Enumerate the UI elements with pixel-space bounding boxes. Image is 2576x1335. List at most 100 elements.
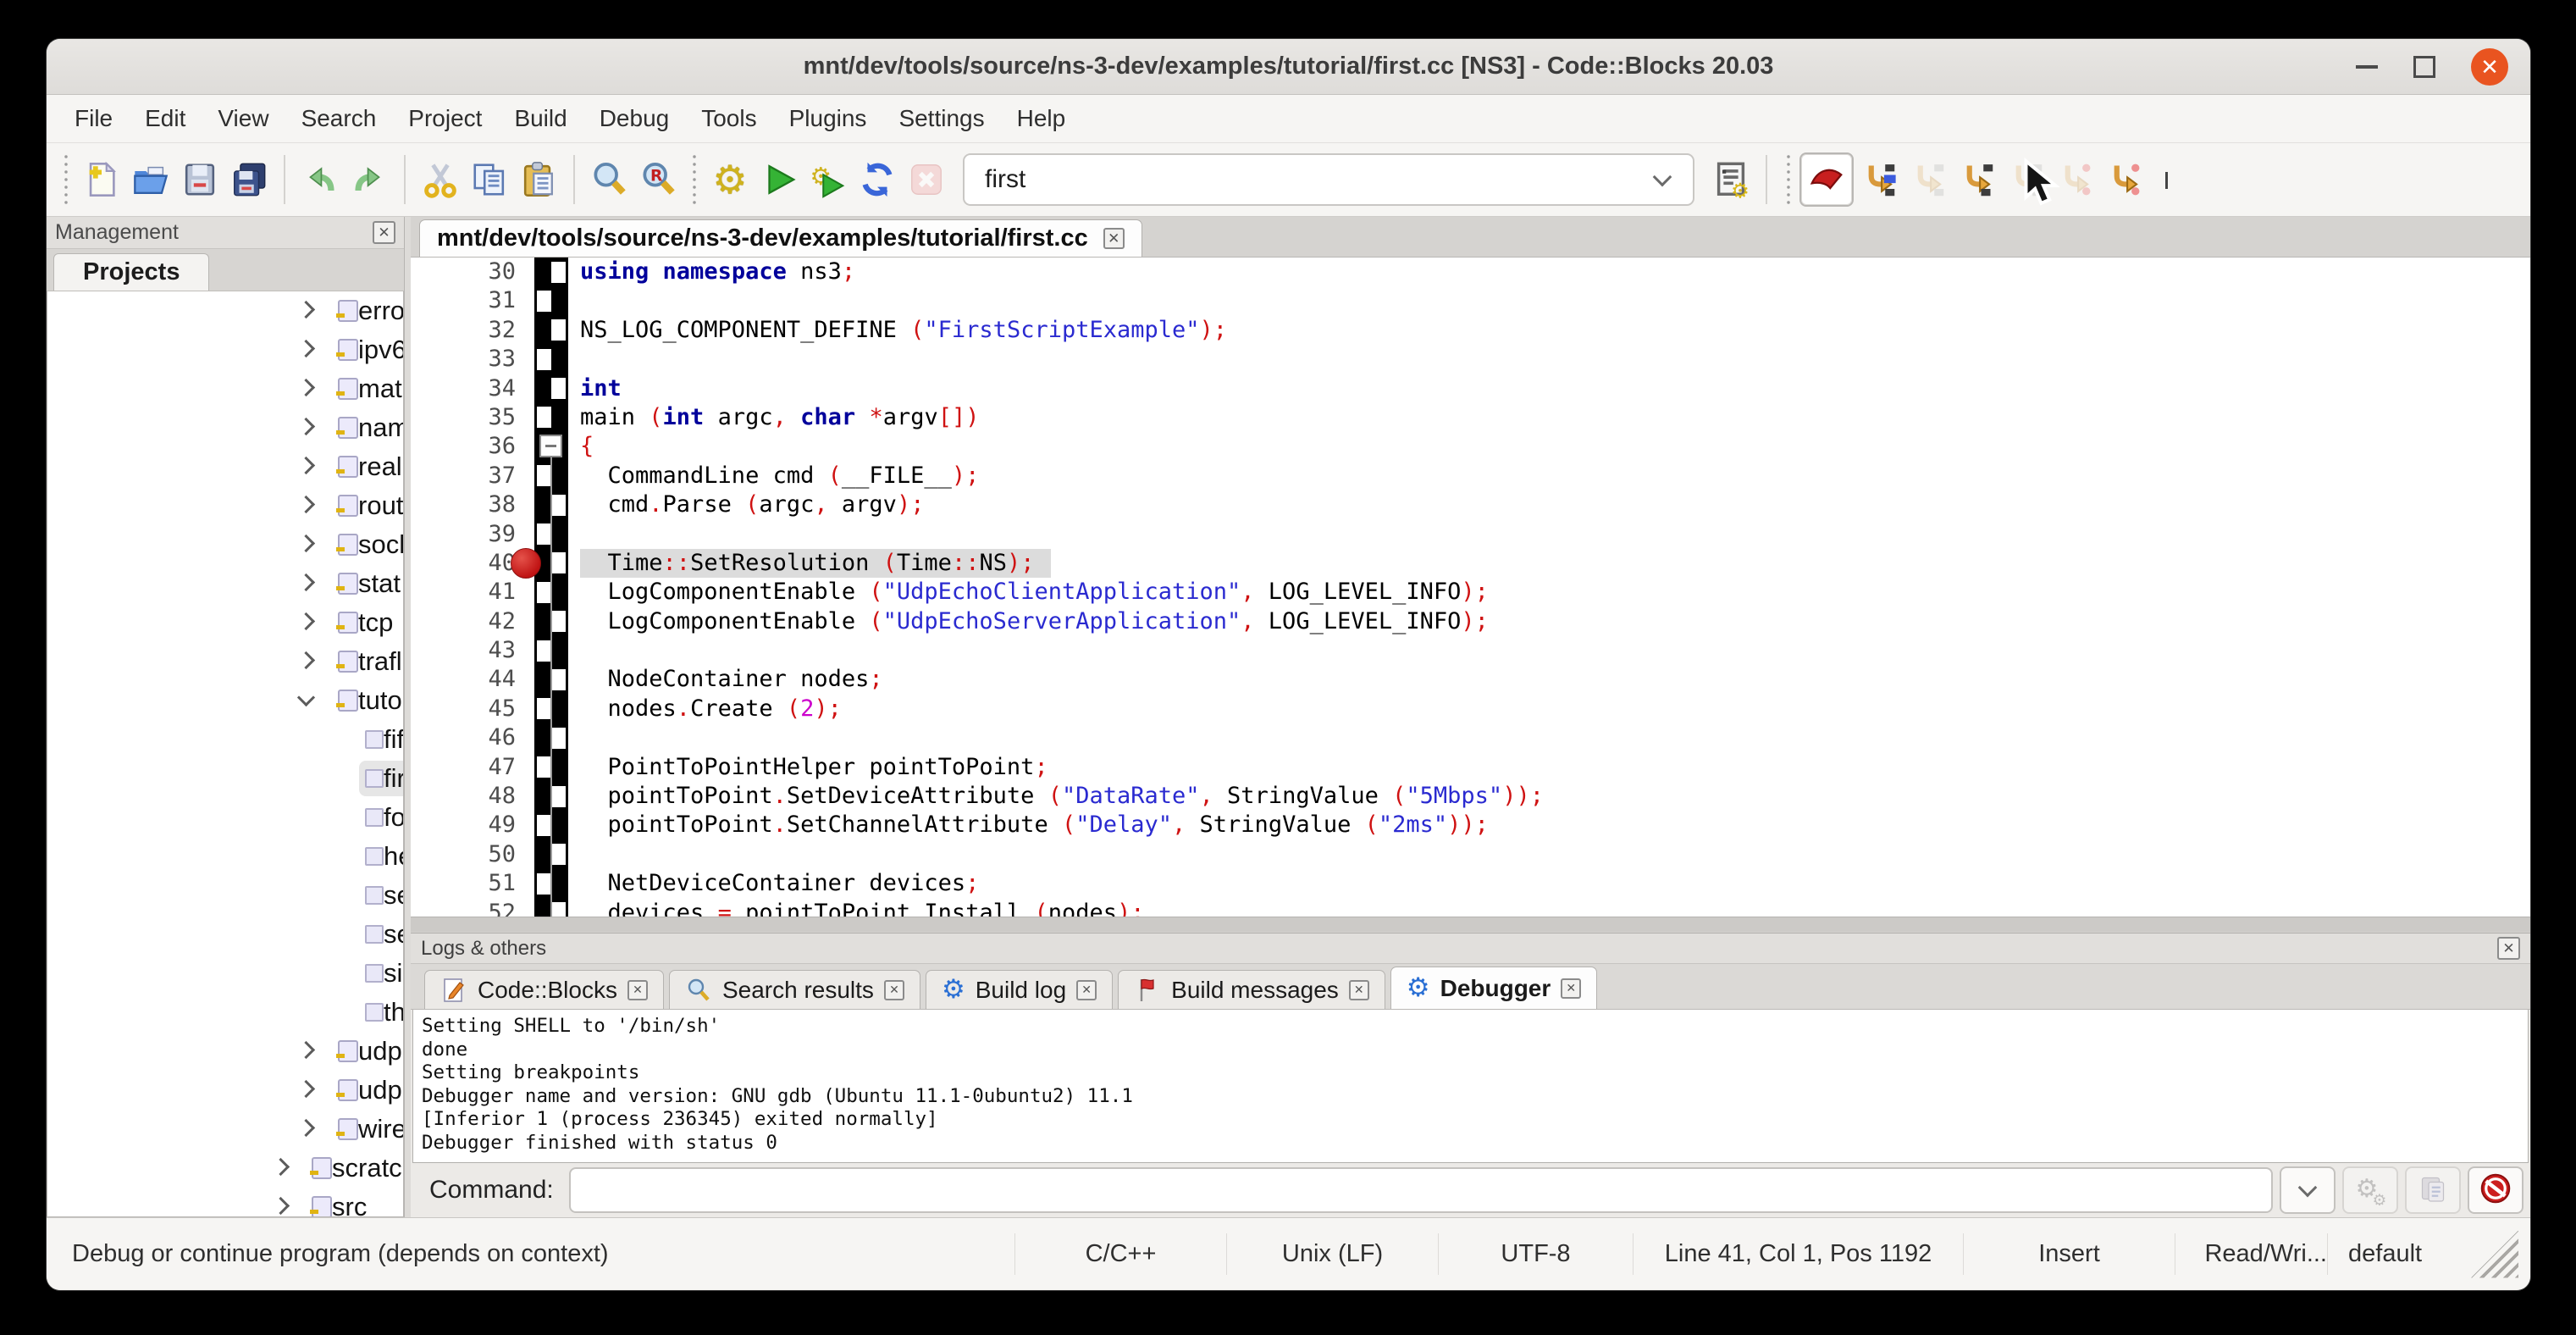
marker-margin[interactable]: [534, 578, 568, 607]
new-file-button[interactable]: [77, 153, 126, 206]
cut-button[interactable]: [416, 153, 465, 206]
menu-help[interactable]: Help: [1001, 95, 1082, 142]
tree-item-reall[interactable]: reall: [47, 447, 403, 486]
line-number[interactable]: 32: [411, 316, 534, 345]
close-log-tab-icon[interactable]: ✕: [1076, 980, 1097, 1000]
code-line-40[interactable]: 40 Time::SetResolution (Time::NS);: [411, 549, 2530, 578]
marker-margin[interactable]: [534, 695, 568, 723]
marker-margin[interactable]: [534, 811, 568, 839]
code-line-47[interactable]: 47 PointToPointHelper pointToPoint;: [411, 753, 2530, 782]
tree-item-tuto[interactable]: tuto: [47, 681, 403, 720]
editor-hscrollbar[interactable]: [411, 917, 2530, 932]
menu-debug[interactable]: Debug: [583, 95, 686, 142]
marker-margin[interactable]: [534, 520, 568, 549]
marker-margin[interactable]: [534, 258, 568, 286]
line-number[interactable]: 43: [411, 636, 534, 665]
tree-item-th[interactable]: th: [47, 993, 403, 1032]
log-tab-build-messages[interactable]: Build messages✕: [1118, 970, 1385, 1009]
toolbar-drag-handle[interactable]: [1784, 155, 1793, 204]
code-line-36[interactable]: 36{: [411, 432, 2530, 461]
tree-item-tcp[interactable]: tcp: [47, 603, 403, 642]
rebuild-button[interactable]: [853, 153, 902, 206]
chevron-right-icon[interactable]: [297, 457, 315, 474]
open-file-button[interactable]: [126, 153, 175, 206]
line-number[interactable]: 50: [411, 840, 534, 869]
tree-item-se[interactable]: se: [47, 876, 403, 915]
log-tab-debugger[interactable]: ⚙Debugger✕: [1390, 967, 1597, 1009]
line-number[interactable]: 51: [411, 869, 534, 898]
close-button[interactable]: ✕: [2471, 48, 2508, 86]
debug-continue-button[interactable]: [1799, 152, 1854, 207]
marker-margin[interactable]: [534, 665, 568, 694]
marker-margin[interactable]: [534, 840, 568, 869]
marker-margin[interactable]: [534, 316, 568, 345]
menu-search[interactable]: Search: [285, 95, 393, 142]
code-line-50[interactable]: 50: [411, 840, 2530, 869]
menu-project[interactable]: Project: [392, 95, 498, 142]
line-number[interactable]: 34: [411, 374, 534, 403]
close-log-tab-icon[interactable]: ✕: [884, 980, 904, 1000]
toolbar-drag-handle[interactable]: [690, 155, 699, 204]
close-log-tab-icon[interactable]: ✕: [1561, 978, 1581, 999]
marker-margin[interactable]: [534, 636, 568, 665]
chevron-right-icon[interactable]: [297, 301, 315, 319]
tree-item-src[interactable]: src: [47, 1188, 403, 1217]
code-line-41[interactable]: 41 LogComponentEnable ("UdpEchoClientApp…: [411, 578, 2530, 607]
minimize-button[interactable]: [2356, 65, 2378, 69]
editor-tab-first-cc[interactable]: mnt/dev/tools/source/ns-3-dev/examples/t…: [419, 219, 1142, 257]
tab-projects[interactable]: Projects: [53, 253, 209, 291]
line-number[interactable]: 47: [411, 753, 534, 782]
line-number[interactable]: 42: [411, 607, 534, 636]
line-number[interactable]: 46: [411, 723, 534, 752]
code-line-45[interactable]: 45 nodes.Create (2);: [411, 695, 2530, 723]
menu-edit[interactable]: Edit: [129, 95, 202, 142]
tree-item-erro[interactable]: erro: [47, 291, 403, 330]
menu-file[interactable]: File: [58, 95, 129, 142]
tree-item-udp[interactable]: udp: [47, 1032, 403, 1071]
tree-item-udp-[interactable]: udp-: [47, 1071, 403, 1110]
line-number[interactable]: 30: [411, 258, 534, 286]
step-into-button[interactable]: [1952, 153, 2001, 206]
line-number[interactable]: 49: [411, 811, 534, 839]
line-number[interactable]: 39: [411, 520, 534, 549]
marker-margin[interactable]: [534, 723, 568, 752]
toolbar-drag-handle[interactable]: [62, 155, 70, 204]
line-number[interactable]: 31: [411, 286, 534, 315]
log-tab-search-results[interactable]: Search results✕: [669, 970, 920, 1009]
log-tab-code-blocks[interactable]: Code::Blocks✕: [424, 970, 664, 1009]
save-all-button[interactable]: [224, 153, 274, 206]
marker-margin[interactable]: [534, 899, 568, 917]
chevron-right-icon[interactable]: [297, 418, 315, 435]
chevron-right-icon[interactable]: [297, 1080, 315, 1098]
chevron-right-icon[interactable]: [297, 651, 315, 669]
tree-item-stat[interactable]: stat: [47, 564, 403, 603]
line-number[interactable]: 44: [411, 665, 534, 694]
line-number[interactable]: 36: [411, 432, 534, 461]
code-line-43[interactable]: 43: [411, 636, 2530, 665]
paste-button[interactable]: [514, 153, 563, 206]
chevron-right-icon[interactable]: [297, 1119, 315, 1137]
line-number[interactable]: 33: [411, 345, 534, 374]
copy-button[interactable]: [465, 153, 514, 206]
chevron-right-icon[interactable]: [297, 340, 315, 357]
chevron-down-icon[interactable]: [297, 689, 315, 706]
code-line-39[interactable]: 39: [411, 520, 2530, 549]
marker-margin[interactable]: [534, 345, 568, 374]
menu-build[interactable]: Build: [498, 95, 583, 142]
code-line-44[interactable]: 44 NodeContainer nodes;: [411, 665, 2530, 694]
line-number[interactable]: 40: [411, 549, 534, 578]
marker-margin[interactable]: [534, 432, 568, 461]
replace-button[interactable]: R: [634, 153, 683, 206]
abort-button[interactable]: [902, 153, 951, 206]
marker-margin[interactable]: [534, 490, 568, 519]
menu-view[interactable]: View: [202, 95, 285, 142]
tree-item-fif[interactable]: fif: [47, 720, 403, 759]
code-line-34[interactable]: 34int: [411, 374, 2530, 403]
build-target-combo[interactable]: first: [963, 153, 1694, 206]
code-line-32[interactable]: 32NS_LOG_COMPONENT_DEFINE ("FirstScriptE…: [411, 316, 2530, 345]
marker-margin[interactable]: [534, 374, 568, 403]
chevron-right-icon[interactable]: [297, 535, 315, 552]
menu-tools[interactable]: Tools: [685, 95, 772, 142]
undo-button[interactable]: [296, 153, 345, 206]
stop-debugger-button[interactable]: [2468, 1166, 2523, 1214]
